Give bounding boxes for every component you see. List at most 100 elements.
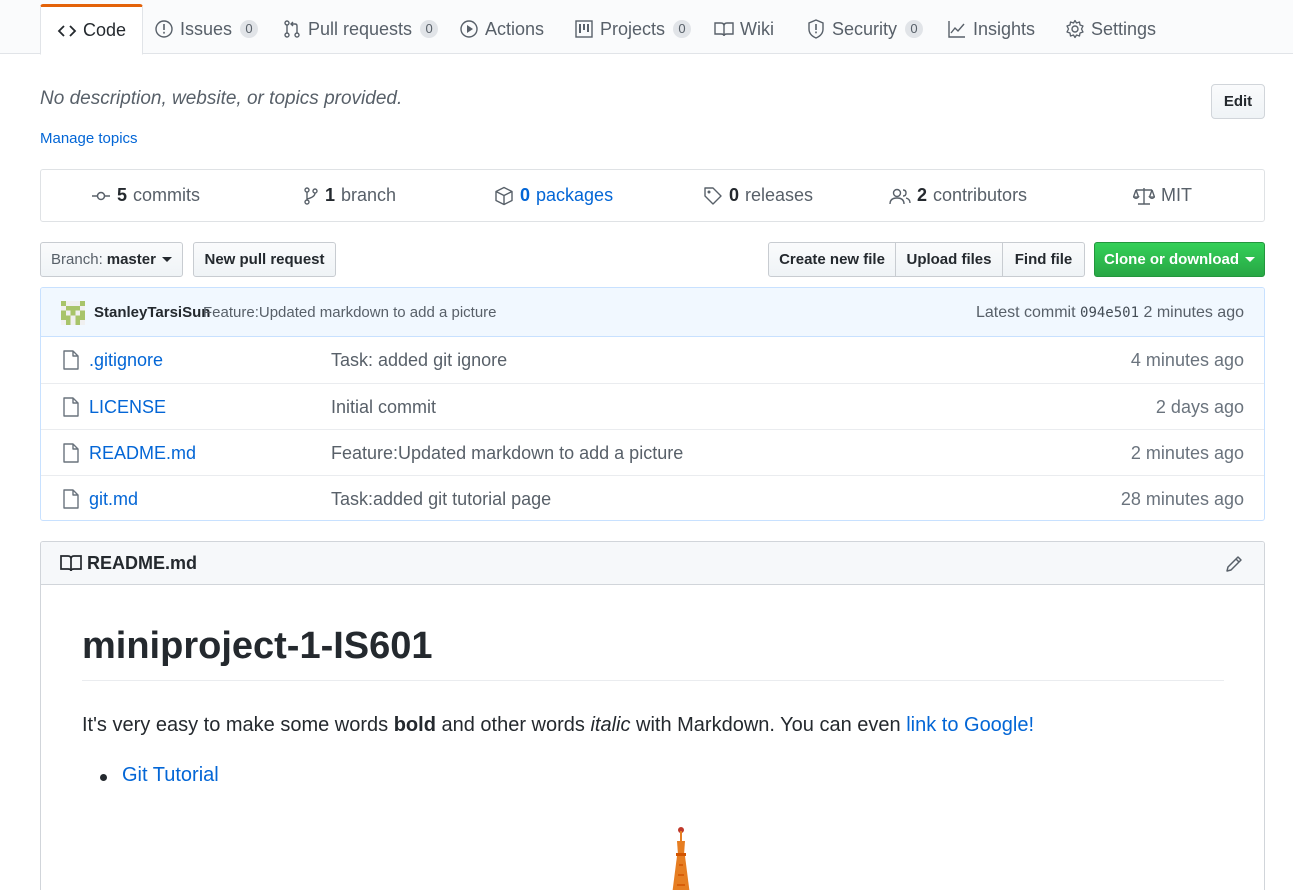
file-icon	[63, 489, 79, 509]
file-icon	[63, 397, 79, 417]
commits-label: commits	[133, 185, 201, 205]
contributors-summary[interactable]: 2 contributors	[889, 170, 1027, 221]
repo-description: No description, website, or topics provi…	[40, 88, 403, 109]
tab-actions[interactable]: Actions	[443, 4, 560, 54]
readme-filename: README.md	[87, 553, 198, 573]
readme-paragraph: It's very easy to make some words bold a…	[82, 714, 1034, 737]
book-icon	[714, 19, 734, 39]
latest-commit-meta: Latest commit 094e501 2 minutes ago	[976, 304, 1244, 322]
commit-author-link[interactable]: StanleyTarsiSun	[94, 304, 210, 321]
tab-projects[interactable]: Projects 0	[558, 4, 707, 54]
table-row: README.md Feature:Updated markdown to ad…	[41, 429, 1264, 475]
file-commit-message-link[interactable]: Task: added git ignore	[331, 350, 507, 371]
pencil-icon[interactable]	[1224, 554, 1244, 574]
avatar[interactable]	[61, 301, 85, 325]
paragraph-text: with Markdown. You can even	[630, 714, 907, 736]
file-age: 28 minutes ago	[1120, 489, 1244, 509]
commits-summary[interactable]: 5 commits	[91, 170, 200, 221]
latest-commit-bar: StanleyTarsiSun Feature:Updated markdown…	[41, 288, 1264, 337]
file-age: 2 days ago	[1155, 397, 1244, 417]
issue-icon	[154, 19, 174, 39]
branch-name: master	[106, 251, 156, 268]
releases-summary[interactable]: 0 releases	[703, 170, 813, 221]
new-pull-request-button[interactable]: New pull request	[193, 242, 336, 277]
graph-icon	[947, 19, 967, 39]
git-tutorial-link[interactable]: Git Tutorial	[122, 764, 219, 787]
tab-label: Settings	[1091, 18, 1157, 39]
tab-label: Issues	[180, 18, 233, 39]
find-file-button[interactable]: Find file	[1002, 242, 1085, 277]
tag-icon	[703, 186, 723, 206]
file-name-link[interactable]: .gitignore	[89, 350, 163, 371]
commit-sha-link[interactable]: 094e501	[1080, 305, 1139, 321]
branches-count: 1	[325, 185, 336, 205]
create-new-file-button[interactable]: Create new file	[768, 242, 896, 277]
table-row: LICENSE Initial commit 2 days ago	[41, 383, 1264, 429]
file-commit-message-link[interactable]: Task:added git tutorial page	[331, 489, 551, 510]
gear-icon	[1065, 19, 1085, 39]
license-summary[interactable]: MIT	[1133, 170, 1192, 221]
file-name-link[interactable]: git.md	[89, 489, 138, 510]
tab-label: Security	[832, 18, 898, 39]
paragraph-text: It's very easy to make some words	[82, 714, 394, 736]
table-row: .gitignore Task: added git ignore 4 minu…	[41, 337, 1264, 383]
list-bullet	[100, 774, 107, 781]
file-name-link[interactable]: LICENSE	[89, 397, 166, 418]
tab-wiki[interactable]: Wiki	[698, 4, 790, 54]
people-icon	[889, 187, 911, 205]
repo-nav: Code Issues 0 Pull requests 0 Actions Pr…	[0, 0, 1293, 55]
packages-count: 0	[520, 185, 531, 205]
pull-request-icon	[282, 19, 302, 39]
tower-image	[668, 825, 694, 890]
paragraph-bold-text: bold	[393, 714, 436, 736]
clone-or-download-button[interactable]: Clone or download	[1094, 242, 1265, 277]
pull-requests-count: 0	[420, 20, 439, 38]
tab-insights[interactable]: Insights	[931, 4, 1051, 54]
file-commit-message-link[interactable]: Initial commit	[331, 397, 436, 418]
tab-settings[interactable]: Settings	[1049, 4, 1172, 54]
branch-prefix: Branch:	[51, 251, 103, 268]
tab-label: Actions	[485, 18, 545, 39]
law-icon	[1133, 186, 1155, 206]
tab-label: Code	[83, 20, 127, 40]
commit-message-link[interactable]: Feature:Updated markdown to add a pictur…	[203, 304, 497, 321]
packages-label: packages	[536, 185, 614, 205]
paragraph-italic-text: italic	[590, 714, 631, 736]
paragraph-text: and other words	[435, 714, 591, 736]
commit-icon	[91, 189, 111, 203]
repo-summary: 5 commits 1 branch 0 packages 0 releases…	[40, 169, 1265, 222]
releases-label: releases	[745, 185, 814, 205]
tab-label: Projects	[600, 18, 666, 39]
tab-issues[interactable]: Issues 0	[138, 4, 274, 54]
contributors-label: contributors	[933, 185, 1028, 205]
contributors-count: 2	[917, 185, 928, 205]
shield-icon	[806, 19, 826, 39]
file-icon	[63, 350, 79, 370]
google-link[interactable]: link to Google!	[906, 714, 1034, 736]
file-name-link[interactable]: README.md	[89, 443, 196, 464]
code-icon	[57, 21, 77, 41]
readme-panel: README.md miniproject-1-IS601 It's very …	[40, 541, 1265, 890]
security-count: 0	[905, 20, 924, 38]
branches-label: branch	[341, 185, 397, 205]
readme-heading: miniproject-1-IS601	[82, 625, 1224, 681]
package-icon	[494, 186, 514, 206]
file-age: 4 minutes ago	[1130, 350, 1244, 370]
upload-files-button[interactable]: Upload files	[895, 242, 1003, 277]
file-commit-message-link[interactable]: Feature:Updated markdown to add a pictur…	[331, 443, 683, 464]
play-icon	[459, 19, 479, 39]
packages-summary[interactable]: 0 packages	[494, 170, 613, 221]
file-browser: StanleyTarsiSun Feature:Updated markdown…	[40, 287, 1265, 521]
file-age: 2 minutes ago	[1130, 443, 1244, 463]
tab-security[interactable]: Security 0	[790, 4, 939, 54]
clone-label: Clone or download	[1104, 251, 1239, 268]
manage-topics-link[interactable]: Manage topics	[40, 130, 138, 147]
tab-code[interactable]: Code	[40, 4, 144, 55]
edit-description-button[interactable]: Edit	[1211, 84, 1265, 119]
branches-summary[interactable]: 1 branch	[303, 170, 396, 221]
readme-header: README.md	[41, 542, 1264, 585]
branch-icon	[303, 186, 319, 206]
branch-select-button[interactable]: Branch: master	[40, 242, 183, 277]
latest-commit-age: 2 minutes ago	[1143, 304, 1244, 321]
tab-pull-requests[interactable]: Pull requests 0	[266, 4, 454, 54]
